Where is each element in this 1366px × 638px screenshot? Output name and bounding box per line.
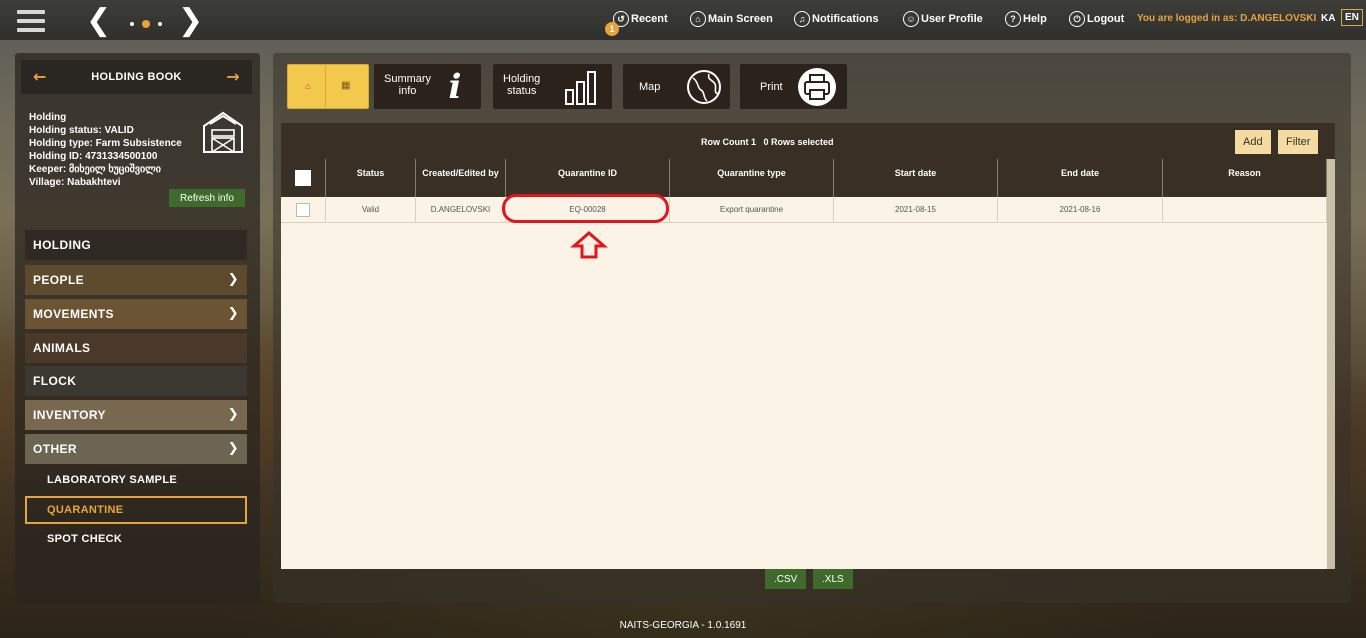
nav-holding[interactable]: HOLDING <box>25 230 247 260</box>
highlight-ellipse <box>502 194 669 223</box>
select-all-checkbox[interactable] <box>295 170 311 186</box>
grid-toolbar-button[interactable]: ▦ <box>325 64 369 109</box>
lang-en[interactable]: EN <box>1341 9 1363 26</box>
cell-start-date: 2021-08-15 <box>834 197 998 223</box>
top-bar: ❮ ❯ ↺ Recent ⌂ Main Screen ♫ Notifications … <box>0 0 1366 40</box>
nav-inventory[interactable]: INVENTORY ❯ <box>25 400 247 430</box>
row-select-cell <box>281 197 326 223</box>
column-header[interactable]: Created/Edited by <box>416 159 506 197</box>
bell-icon: ♫ <box>794 11 810 27</box>
footer-version: NAITS-GEORGIA - 1.0.1691 <box>619 620 747 631</box>
chevron-right-icon: ❯ <box>227 272 239 287</box>
globe-icon <box>687 70 721 104</box>
notifications-menu[interactable]: ♫ Notifications <box>794 10 879 28</box>
logout-menu[interactable]: ⏻ Logout <box>1069 10 1124 28</box>
cell-created-by: D.ANGELOVSKI <box>416 197 506 223</box>
vertical-scrollbar[interactable] <box>1327 159 1335 569</box>
sidebar: ← HOLDING BOOK → Holding Holding status:… <box>15 53 260 603</box>
quarantine-grid: Row Count 1 0 Rows selected Add Filter S… <box>281 123 1335 569</box>
hamburger-menu-icon[interactable] <box>17 10 45 32</box>
nav-movements[interactable]: MOVEMENTS ❯ <box>25 299 247 329</box>
table-header: Status Created/Edited by Quarantine ID Q… <box>281 159 1327 197</box>
nav-flock[interactable]: FLOCK <box>25 366 247 396</box>
subnav-quarantine[interactable]: QUARANTINE <box>25 496 247 524</box>
arrow-right-icon[interactable]: → <box>226 67 240 86</box>
recent-menu[interactable]: ↺ Recent <box>613 10 668 28</box>
add-button[interactable]: Add <box>1235 130 1271 154</box>
column-header[interactable]: Quarantine ID <box>506 159 670 197</box>
barn-icon <box>203 111 243 153</box>
cell-quarantine-type: Export quarantine <box>670 197 834 223</box>
column-header[interactable]: Quarantine type <box>670 159 834 197</box>
main-panel: ⌂ ▦ Summary info i Holding status Map Pr… <box>273 53 1351 603</box>
chevron-right-icon: ❯ <box>227 306 239 321</box>
column-header[interactable]: Reason <box>1163 159 1327 197</box>
info-icon: i <box>448 67 462 107</box>
recent-badge: 1 <box>605 22 619 36</box>
page-dots <box>128 20 164 28</box>
nav-people[interactable]: PEOPLE ❯ <box>25 265 247 295</box>
print-button[interactable]: Print <box>740 64 847 109</box>
map-button[interactable]: Map <box>623 64 730 109</box>
home-icon: ⌂ <box>305 81 311 91</box>
user-icon: ☺ <box>903 11 919 27</box>
grid-toolbar: Row Count 1 0 Rows selected Add Filter <box>281 123 1335 159</box>
holding-book-header: ← HOLDING BOOK → <box>21 60 252 94</box>
cell-status: Valid <box>326 197 416 223</box>
user-profile-menu[interactable]: ☺ User Profile <box>903 10 983 28</box>
column-header[interactable]: Start date <box>834 159 998 197</box>
up-arrow-annotation-icon <box>570 231 608 259</box>
table-row[interactable]: Valid D.ANGELOVSKI EQ-00028 Export quara… <box>281 197 1327 223</box>
power-icon: ⏻ <box>1069 11 1085 27</box>
cell-reason <box>1163 197 1327 223</box>
row-count: Row Count 1 0 Rows selected <box>701 137 834 147</box>
grid-icon: ▦ <box>341 80 351 91</box>
column-header[interactable]: Status <box>326 159 416 197</box>
forward-arrow-icon[interactable]: ❯ <box>178 6 203 36</box>
nav-other[interactable]: OTHER ❯ <box>25 434 247 464</box>
export-csv-button[interactable]: .CSV <box>765 569 807 589</box>
subnav-laboratory-sample[interactable]: LABORATORY SAMPLE <box>47 474 177 486</box>
back-arrow-icon[interactable]: ❮ <box>86 6 111 36</box>
summary-info-button[interactable]: Summary info i <box>374 64 481 109</box>
holding-status-button[interactable]: Holding status <box>493 64 612 109</box>
arrow-left-icon[interactable]: ← <box>33 67 47 86</box>
nav-animals[interactable]: ANIMALS <box>25 333 247 363</box>
home-icon: ⌂ <box>690 11 706 27</box>
logged-in-label: You are logged in as: D.ANGELOVSKI <box>1137 13 1317 24</box>
filter-button[interactable]: Filter <box>1278 130 1319 154</box>
help-menu[interactable]: ? Help <box>1005 10 1047 28</box>
column-header[interactable]: End date <box>998 159 1163 197</box>
chevron-right-icon: ❯ <box>227 407 239 422</box>
select-all-cell <box>281 159 326 197</box>
bar-chart-icon <box>565 71 596 105</box>
subnav-spot-check[interactable]: SPOT CHECK <box>47 533 122 545</box>
main-screen-menu[interactable]: ⌂ Main Screen <box>690 10 773 28</box>
cell-end-date: 2021-08-16 <box>998 197 1163 223</box>
lang-ka[interactable]: KA <box>1321 13 1335 24</box>
refresh-info-button[interactable]: Refresh info <box>169 189 245 207</box>
question-icon: ? <box>1005 11 1021 27</box>
printer-icon <box>798 68 836 106</box>
chevron-down-icon: ❯ <box>227 441 239 456</box>
export-xls-button[interactable]: .XLS <box>813 569 853 589</box>
row-checkbox[interactable] <box>296 203 310 217</box>
holding-info: Holding Holding status: VALID Holding ty… <box>29 112 182 188</box>
navigation-arrows: ❮ ❯ <box>86 4 206 38</box>
